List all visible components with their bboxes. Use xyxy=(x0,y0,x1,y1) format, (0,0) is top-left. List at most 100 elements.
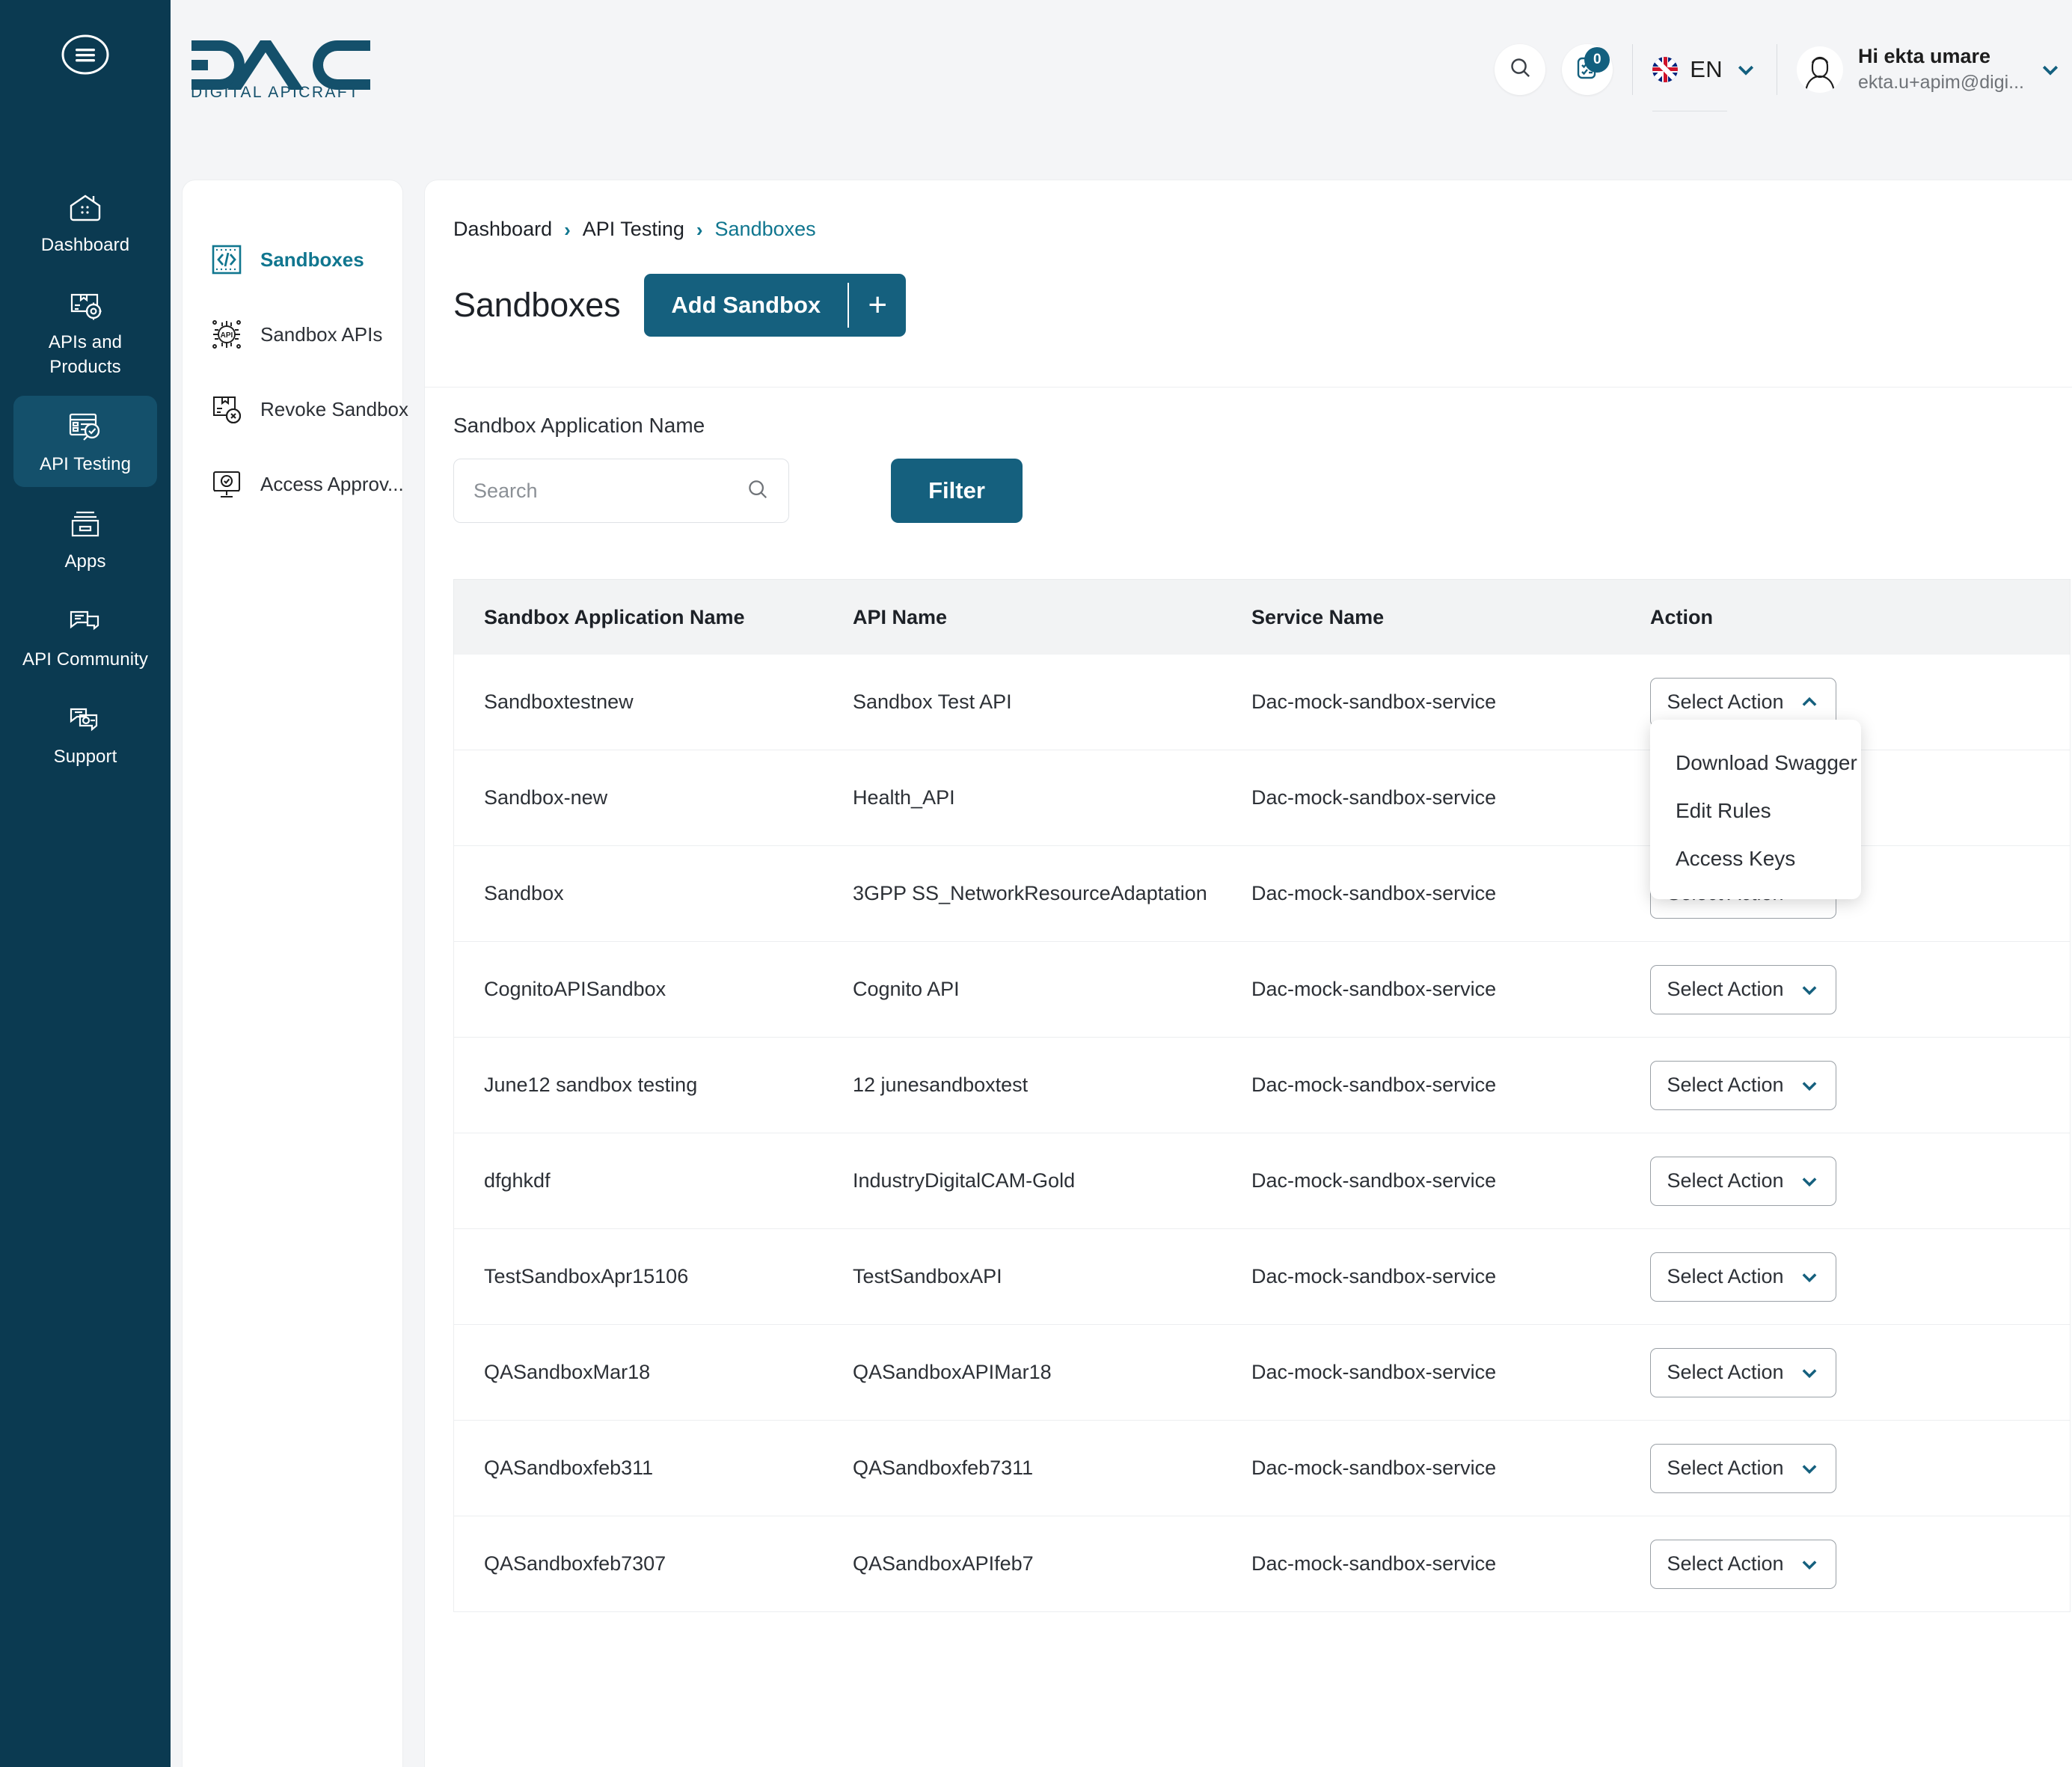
chevron-down-icon xyxy=(1799,1554,1820,1575)
sidebar-item-label: Sandboxes xyxy=(260,248,364,271)
chevron-right-icon: › xyxy=(564,218,571,241)
tasks-button[interactable]: 0 xyxy=(1562,43,1613,95)
page-title-row: Sandboxes Add Sandbox + xyxy=(453,274,907,337)
language-code: EN xyxy=(1690,55,1723,82)
code-brackets-icon xyxy=(209,242,244,277)
table-row: Sandboxtestnew Sandbox Test API Dac-mock… xyxy=(453,655,2071,899)
chevron-down-icon xyxy=(1799,1267,1820,1287)
search-icon xyxy=(1509,56,1532,83)
svg-text:API: API xyxy=(221,331,233,340)
sidebar-item-revoke-sandbox[interactable]: Revoke Sandbox xyxy=(183,372,408,447)
cell-app-name: CognitoAPISandbox xyxy=(484,978,666,1000)
cell-action: Select Action Download Swagger Edit Rule… xyxy=(1650,677,2070,899)
sidebar-item-label: APIs and Products xyxy=(48,332,123,378)
support-icon xyxy=(65,700,105,738)
search-field[interactable] xyxy=(453,459,789,523)
table-row: QASandboxfeb311 QASandboxfeb7311 Dac-moc… xyxy=(453,1421,2071,1516)
table-row: TestSandboxApr15106 TestSandboxAPI Dac-m… xyxy=(453,1229,2071,1325)
chevron-down-icon xyxy=(2039,58,2062,81)
cell-action: Select Action xyxy=(1650,1347,2070,1397)
sidebar-item-sandbox-apis[interactable]: API Sandbox APIs xyxy=(183,297,402,372)
sidebar-item-dashboard[interactable]: Dashboard xyxy=(13,177,157,268)
table-row: CognitoAPISandbox Cognito API Dac-mock-s… xyxy=(453,942,2071,1038)
cell-app-name: dfghkdf xyxy=(484,1169,551,1192)
breadcrumb-item-sandboxes[interactable]: Sandboxes xyxy=(715,218,816,241)
table-row: June12 sandbox testing 12 junesandboxtes… xyxy=(453,1038,2071,1133)
select-action-label: Select Action xyxy=(1667,1361,1784,1383)
sidebar-item-label: API Community xyxy=(22,649,148,670)
select-action-button[interactable]: Select Action xyxy=(1650,1060,1836,1110)
sidebar-item-access-approvals[interactable]: Access Approv... xyxy=(183,447,404,521)
svg-text:DIGITAL APICRAFT: DIGITAL APICRAFT xyxy=(191,84,360,99)
api-chip-icon: API xyxy=(209,317,244,352)
cell-app-name: June12 sandbox testing xyxy=(484,1074,698,1096)
column-header-api-name: API Name xyxy=(853,605,948,628)
dashboard-icon xyxy=(65,189,105,226)
sidebar-item-sandboxes[interactable]: Sandboxes xyxy=(183,222,402,297)
chevron-down-icon xyxy=(1799,979,1820,1000)
select-action-button[interactable]: Select Action xyxy=(1650,1347,1836,1397)
select-action-label: Select Action xyxy=(1667,1169,1784,1192)
monitor-check-icon xyxy=(209,467,244,501)
sidebar-item-api-community[interactable]: API Community xyxy=(13,591,157,682)
main-content: Dashboard › API Testing › Sandboxes Sand… xyxy=(424,180,2072,1767)
primary-nav-list: Dashboard APIs and Products API Testing … xyxy=(0,177,171,780)
sidebar-item-apps[interactable]: Apps xyxy=(13,493,157,584)
select-action-label: Select Action xyxy=(1667,690,1784,713)
filter-label: Sandbox Application Name xyxy=(453,414,705,437)
apis-products-icon xyxy=(65,286,105,323)
search-icon xyxy=(747,478,769,504)
language-selector[interactable]: EN xyxy=(1652,55,1757,111)
column-header-app-name: Sandbox Application Name xyxy=(484,605,745,628)
user-greeting: Hi ekta umare xyxy=(1857,45,1991,67)
cell-api-name: IndustryDigitalCAM-Gold xyxy=(853,1169,1076,1192)
chevron-down-icon xyxy=(1799,1075,1820,1096)
page-title: Sandboxes xyxy=(453,286,621,324)
filter-button[interactable]: Filter xyxy=(891,459,1023,523)
select-action-label: Select Action xyxy=(1667,1265,1784,1287)
select-action-label: Select Action xyxy=(1667,978,1784,1000)
user-menu[interactable]: Hi ekta umare ekta.u+apim@digi... xyxy=(1796,45,2062,94)
sidebar-item-label: Support xyxy=(53,746,117,767)
menu-item-download-swagger[interactable]: Download Swagger xyxy=(1650,739,1861,787)
select-action-button[interactable]: Select Action xyxy=(1650,1156,1836,1206)
sidebar-item-support[interactable]: Support xyxy=(13,688,157,780)
sidebar-item-label: API Testing xyxy=(39,454,132,475)
primary-sidebar: Dashboard APIs and Products API Testing … xyxy=(0,0,171,1767)
menu-item-edit-rules[interactable]: Edit Rules xyxy=(1650,787,1861,835)
apps-icon xyxy=(65,505,105,542)
select-action-button[interactable]: Select Action xyxy=(1650,1443,1836,1493)
cell-api-name: Cognito API xyxy=(853,978,960,1000)
sidebar-item-apis-and-products[interactable]: APIs and Products xyxy=(13,274,157,390)
cell-action: Select Action xyxy=(1650,1443,2070,1493)
brand-logo[interactable]: DIGITAL APICRAFT xyxy=(189,31,373,99)
table-row: QASandboxfeb7307 QASandboxAPIfeb7 Dac-mo… xyxy=(453,1516,2071,1612)
search-button[interactable] xyxy=(1495,43,1546,95)
cell-app-name: QASandboxfeb7307 xyxy=(484,1552,666,1575)
column-header-action: Action xyxy=(1650,605,1713,628)
cell-action: Select Action xyxy=(1650,1156,2070,1206)
chevron-down-icon xyxy=(1799,1362,1820,1383)
cell-api-name: QASandboxAPIfeb7 xyxy=(853,1552,1034,1575)
table-row: QASandboxMar18 QASandboxAPIMar18 Dac-moc… xyxy=(453,1325,2071,1421)
search-input[interactable] xyxy=(473,479,747,503)
sidebar-item-api-testing[interactable]: API Testing xyxy=(13,396,157,488)
section-divider xyxy=(425,387,2072,388)
add-sandbox-button[interactable]: Add Sandbox + xyxy=(644,274,907,337)
select-action-button[interactable]: Select Action xyxy=(1650,1539,1836,1589)
sidebar-item-label: Sandbox APIs xyxy=(260,322,383,346)
cell-app-name: QASandboxfeb311 xyxy=(484,1457,654,1479)
plus-icon: + xyxy=(868,287,888,323)
menu-item-access-keys[interactable]: Access Keys xyxy=(1650,835,1861,883)
select-action-button[interactable]: Select Action xyxy=(1650,964,1836,1014)
hamburger-icon[interactable] xyxy=(61,30,110,79)
breadcrumb-item-dashboard[interactable]: Dashboard xyxy=(453,218,552,241)
cell-service-name: Dac-mock-sandbox-service xyxy=(1251,882,1497,904)
sidebar-item-label: Access Approv... xyxy=(260,472,404,495)
cell-service-name: Dac-mock-sandbox-service xyxy=(1251,978,1497,1000)
breadcrumb-item-api-testing[interactable]: API Testing xyxy=(583,218,684,241)
top-header: DIGITAL APICRAFT 0 EN Hi ekta umare ekta… xyxy=(171,0,2072,138)
select-action-button[interactable]: Select Action xyxy=(1650,1252,1836,1302)
cell-service-name: Dac-mock-sandbox-service xyxy=(1251,786,1497,809)
cell-api-name: QASandboxAPIMar18 xyxy=(853,1361,1052,1383)
